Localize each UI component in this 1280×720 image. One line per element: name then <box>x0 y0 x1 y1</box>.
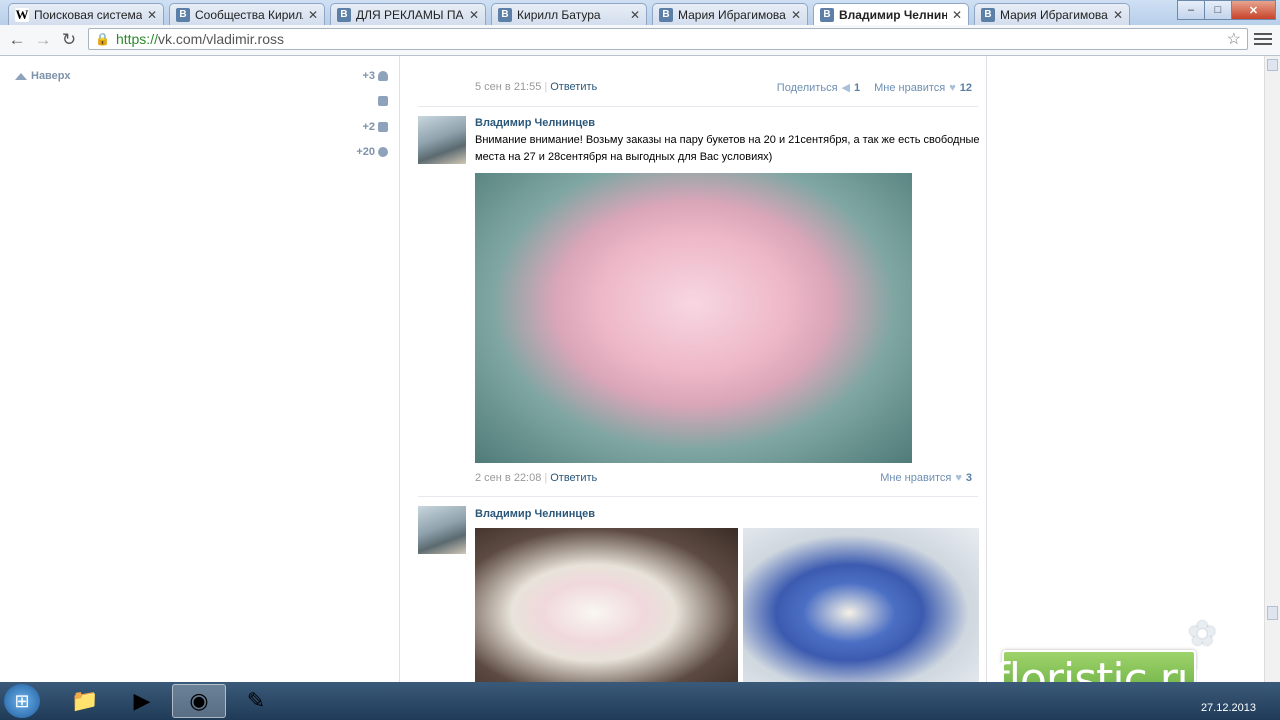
vertical-scrollbar[interactable] <box>1264 56 1280 682</box>
forward-button[interactable]: → <box>32 29 54 51</box>
left-rail: Наверх +3 +2 +20 <box>0 56 398 682</box>
maximize-button[interactable]: □ <box>1204 0 1232 20</box>
tab-title: Кирилл Батура <box>517 7 601 22</box>
reload-button[interactable]: ↻ <box>58 29 80 51</box>
vk-favicon-icon: В <box>176 7 190 22</box>
post-photo-bouquet-blue[interactable] <box>743 528 979 682</box>
post-author[interactable]: Владимир Челнинцев <box>475 117 595 129</box>
counter-messages[interactable] <box>375 96 388 106</box>
windows-start-icon[interactable]: ⊞ <box>4 684 40 718</box>
back-button[interactable]: ← <box>6 29 28 51</box>
url-path: vk.com/vladimir.ross <box>157 31 285 47</box>
explorer-icon[interactable]: 📁 <box>58 684 112 718</box>
tab-close-icon[interactable]: ✕ <box>630 8 640 22</box>
w-favicon-icon: W <box>15 6 29 22</box>
tab-4[interactable]: В Кирилл Батура ✕ <box>491 3 647 25</box>
vk-favicon-icon: В <box>820 7 834 22</box>
wall-post: 5 сен в 21:55 | Ответить Поделиться ◀ 1 Мн… <box>418 56 978 107</box>
like-count: 3 <box>965 472 972 484</box>
counter-value: +20 <box>356 146 375 158</box>
user-icon <box>378 71 388 81</box>
author-avatar[interactable] <box>418 116 466 164</box>
url-scheme: https:// <box>115 31 158 47</box>
close-window-button[interactable]: ✕ <box>1231 0 1276 20</box>
counter-value: +2 <box>362 121 375 133</box>
post-text: Внимание внимание! Возьму заказы на пару… <box>475 134 980 163</box>
tab-close-icon[interactable]: ✕ <box>469 8 479 22</box>
arrow-up-icon <box>15 72 27 80</box>
post-actions: Поделиться ◀ 1 Мне нравится ♥ 12 <box>777 81 972 95</box>
media-player-icon[interactable]: ▶ <box>115 684 169 718</box>
post-date[interactable]: 5 сен в 21:55 <box>475 81 541 93</box>
tab-7[interactable]: В Мария Ибрагимова ✕ <box>974 3 1130 25</box>
like-button[interactable]: Мне нравится <box>874 82 945 94</box>
scroll-up-button[interactable]: Наверх <box>15 70 71 82</box>
scroll-thumb[interactable] <box>1267 606 1278 620</box>
tab-close-icon[interactable]: ✕ <box>147 8 157 22</box>
vk-favicon-icon: В <box>981 7 995 22</box>
post-meta: 2 сен в 22:08 | Ответить <box>475 472 598 484</box>
browser-toolbar: ← → ↻ 🔒 https://vk.com/vladimir.ross ☆ <box>0 25 1280 56</box>
counter-friends[interactable]: +3 <box>362 70 388 82</box>
post-meta: 5 сен в 21:55 | Ответить <box>475 81 598 93</box>
post-photo-bouquet-pink[interactable] <box>475 173 912 463</box>
like-button[interactable]: Мне нравится <box>880 472 951 484</box>
tab-1[interactable]: W Поисковая система W ✕ <box>8 3 164 25</box>
reply-link[interactable]: Ответить <box>550 81 597 93</box>
tab-close-icon[interactable]: ✕ <box>791 8 801 22</box>
tab-close-icon[interactable]: ✕ <box>1113 8 1123 22</box>
tab-close-icon[interactable]: ✕ <box>308 8 318 22</box>
like-count: 12 <box>959 81 972 94</box>
author-avatar[interactable] <box>418 506 466 554</box>
comment-icon <box>378 122 388 132</box>
page-content: Наверх +3 +2 +20 5 сен в 21:55 | Ответить … <box>0 56 1264 682</box>
tab-6-active[interactable]: В Владимир Челнинцев ✕ <box>813 3 969 25</box>
star-icon[interactable]: ☆ <box>1227 29 1241 49</box>
tab-strip: W Поисковая система W ✕ В Сообщества Кир… <box>0 0 1280 25</box>
tab-2[interactable]: В Сообщества Кирилл ✕ <box>169 3 325 25</box>
counter-value: +3 <box>362 70 375 82</box>
taskbar: ⊞ 📁 ▶ ◉ ✎ 27.12.2013 <box>0 682 1280 720</box>
scroll-up-arrow-icon[interactable] <box>1267 59 1278 71</box>
window-controls: ‒ □ ✕ <box>1177 0 1276 20</box>
tab-title: ДЛЯ РЕКЛАМЫ ПАРТ <box>356 7 464 22</box>
heart-icon[interactable]: ♥ <box>955 472 962 484</box>
counter-settings[interactable]: +20 <box>356 146 388 158</box>
lock-icon: 🔒 <box>95 32 110 46</box>
share-count: 1 <box>854 81 861 94</box>
tab-title: Владимир Челнинцев <box>839 7 947 22</box>
daisy-icon: ✿ <box>1188 615 1217 653</box>
mail-icon <box>378 96 388 106</box>
tab-5[interactable]: В Мария Ибрагимова ✕ <box>652 3 808 25</box>
vk-favicon-icon: В <box>659 7 673 22</box>
paint-icon[interactable]: ✎ <box>229 684 283 718</box>
menu-icon[interactable] <box>1254 30 1272 48</box>
post-author[interactable]: Владимир Челнинцев <box>475 508 595 520</box>
clock-date[interactable]: 27.12.2013 <box>1201 702 1256 714</box>
vk-favicon-icon: В <box>498 7 512 22</box>
post-actions: Мне нравится ♥ 3 <box>880 472 972 484</box>
vk-favicon-icon: В <box>337 7 351 22</box>
tab-title: Мария Ибрагимова <box>678 7 786 22</box>
reply-link[interactable]: Ответить <box>550 472 597 484</box>
post-date[interactable]: 2 сен в 22:08 <box>475 472 541 484</box>
post-photo-bouquet-white[interactable] <box>475 528 738 682</box>
tab-3[interactable]: В ДЛЯ РЕКЛАМЫ ПАРТ ✕ <box>330 3 486 25</box>
tab-title: Сообщества Кирилл <box>195 7 303 22</box>
gear-icon <box>378 147 388 157</box>
post-divider <box>418 496 978 497</box>
share-button[interactable]: Поделиться <box>777 82 838 94</box>
counter-comments[interactable]: +2 <box>362 121 388 133</box>
megaphone-icon: ◀ <box>841 82 850 94</box>
wall-feed: 5 сен в 21:55 | Ответить Поделиться ◀ 1 Мн… <box>399 56 987 682</box>
tab-title: Мария Ибрагимова <box>1000 7 1108 22</box>
scroll-up-label: Наверх <box>31 70 71 82</box>
tab-close-icon[interactable]: ✕ <box>952 8 962 22</box>
minimize-button[interactable]: ‒ <box>1177 0 1205 20</box>
tab-title: Поисковая система W <box>34 7 142 22</box>
address-bar[interactable]: 🔒 https://vk.com/vladimir.ross ☆ <box>88 28 1248 50</box>
chrome-icon[interactable]: ◉ <box>172 684 226 718</box>
heart-icon[interactable]: ♥ <box>949 82 956 94</box>
